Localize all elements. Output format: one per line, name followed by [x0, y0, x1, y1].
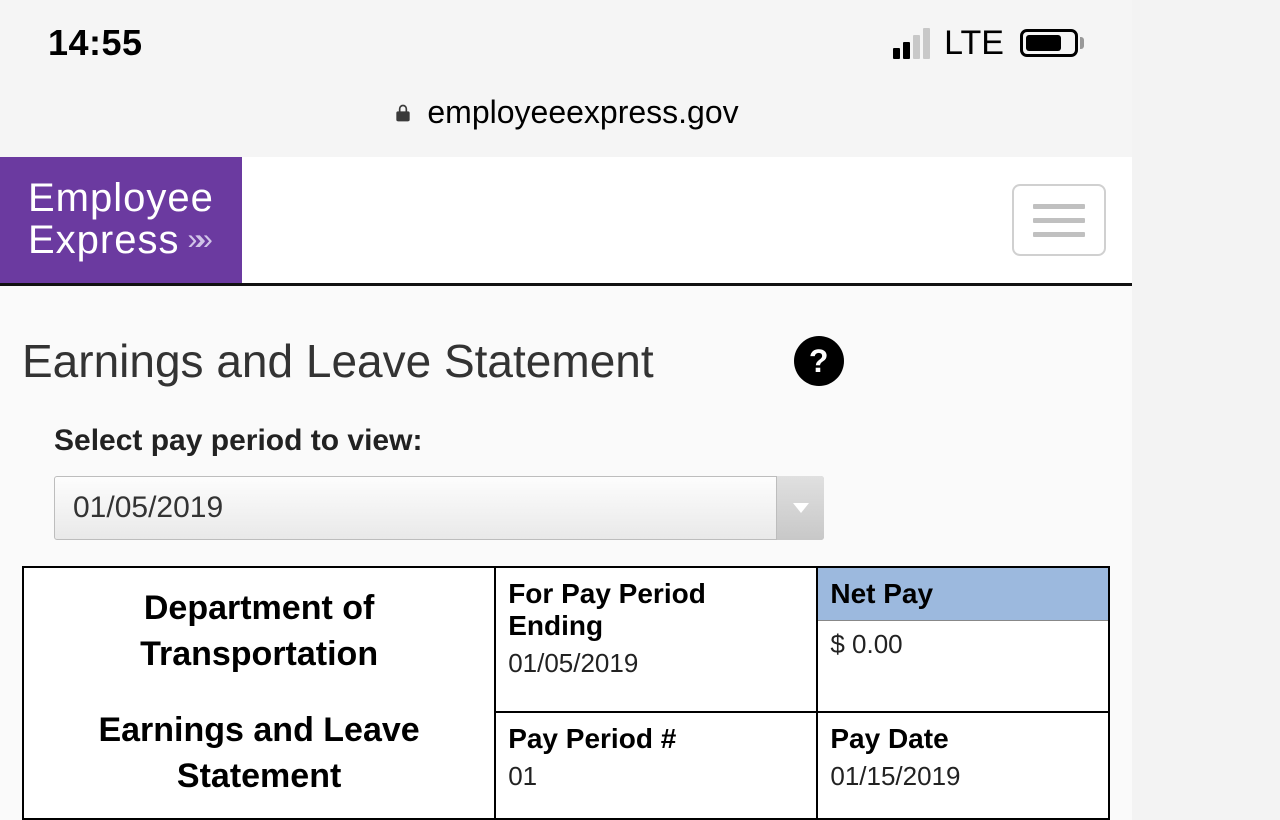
pay-date-cell: Pay Date 01/15/2019 [817, 712, 1109, 819]
pay-period-number-label: Pay Period # [496, 713, 816, 759]
question-mark-icon: ? [809, 343, 829, 380]
chevrons-icon: »» [188, 224, 205, 256]
hamburger-icon [1033, 204, 1085, 209]
signal-icon [893, 28, 930, 59]
status-bar: 14:55 LTE [0, 0, 1132, 78]
dropdown-arrow-icon [776, 476, 824, 540]
statement-table: Department of Transportation Earnings an… [22, 566, 1110, 820]
browser-url-bar[interactable]: employeeexpress.gov [0, 78, 1132, 157]
pay-date-label: Pay Date [818, 713, 1108, 759]
pay-period-select-label: Select pay period to view: [54, 424, 1110, 458]
statement-subtitle-line1: Earnings and Leave [98, 711, 419, 749]
pay-date-value: 01/15/2019 [818, 759, 1108, 802]
menu-button[interactable] [1012, 184, 1106, 256]
lock-icon [393, 102, 413, 124]
pay-period-ending-value: 01/05/2019 [496, 646, 816, 689]
brand-logo[interactable]: Employee Express »» [0, 157, 242, 283]
pay-period-number-value: 01 [496, 759, 816, 802]
brand-line2: Express [28, 219, 180, 261]
help-button[interactable]: ? [794, 336, 844, 386]
network-type: LTE [944, 24, 1004, 63]
battery-icon [1020, 29, 1084, 57]
pay-period-select[interactable]: 01/05/2019 [54, 476, 824, 540]
statement-header-cell: Department of Transportation Earnings an… [23, 567, 495, 819]
brand-line1: Employee [28, 177, 214, 219]
department-line2: Transportation [140, 635, 378, 673]
pay-period-number-cell: Pay Period # 01 [495, 712, 817, 819]
net-pay-cell: Net Pay $ 0.00 [817, 567, 1109, 712]
department-line1: Department of [144, 589, 374, 627]
browser-url-text: employeeexpress.gov [427, 94, 738, 131]
net-pay-value: $ 0.00 [818, 620, 1108, 670]
net-pay-label: Net Pay [818, 568, 1108, 620]
main-content: Earnings and Leave Statement ? Select pa… [0, 286, 1132, 820]
pay-period-ending-label: For Pay Period Ending [496, 568, 816, 646]
pay-period-ending-cell: For Pay Period Ending 01/05/2019 [495, 567, 817, 712]
status-time: 14:55 [48, 22, 143, 64]
app-header: Employee Express »» [0, 157, 1132, 286]
status-indicators: LTE [893, 24, 1084, 63]
pay-period-select-value: 01/05/2019 [73, 491, 223, 525]
page-title: Earnings and Leave Statement [22, 334, 654, 388]
